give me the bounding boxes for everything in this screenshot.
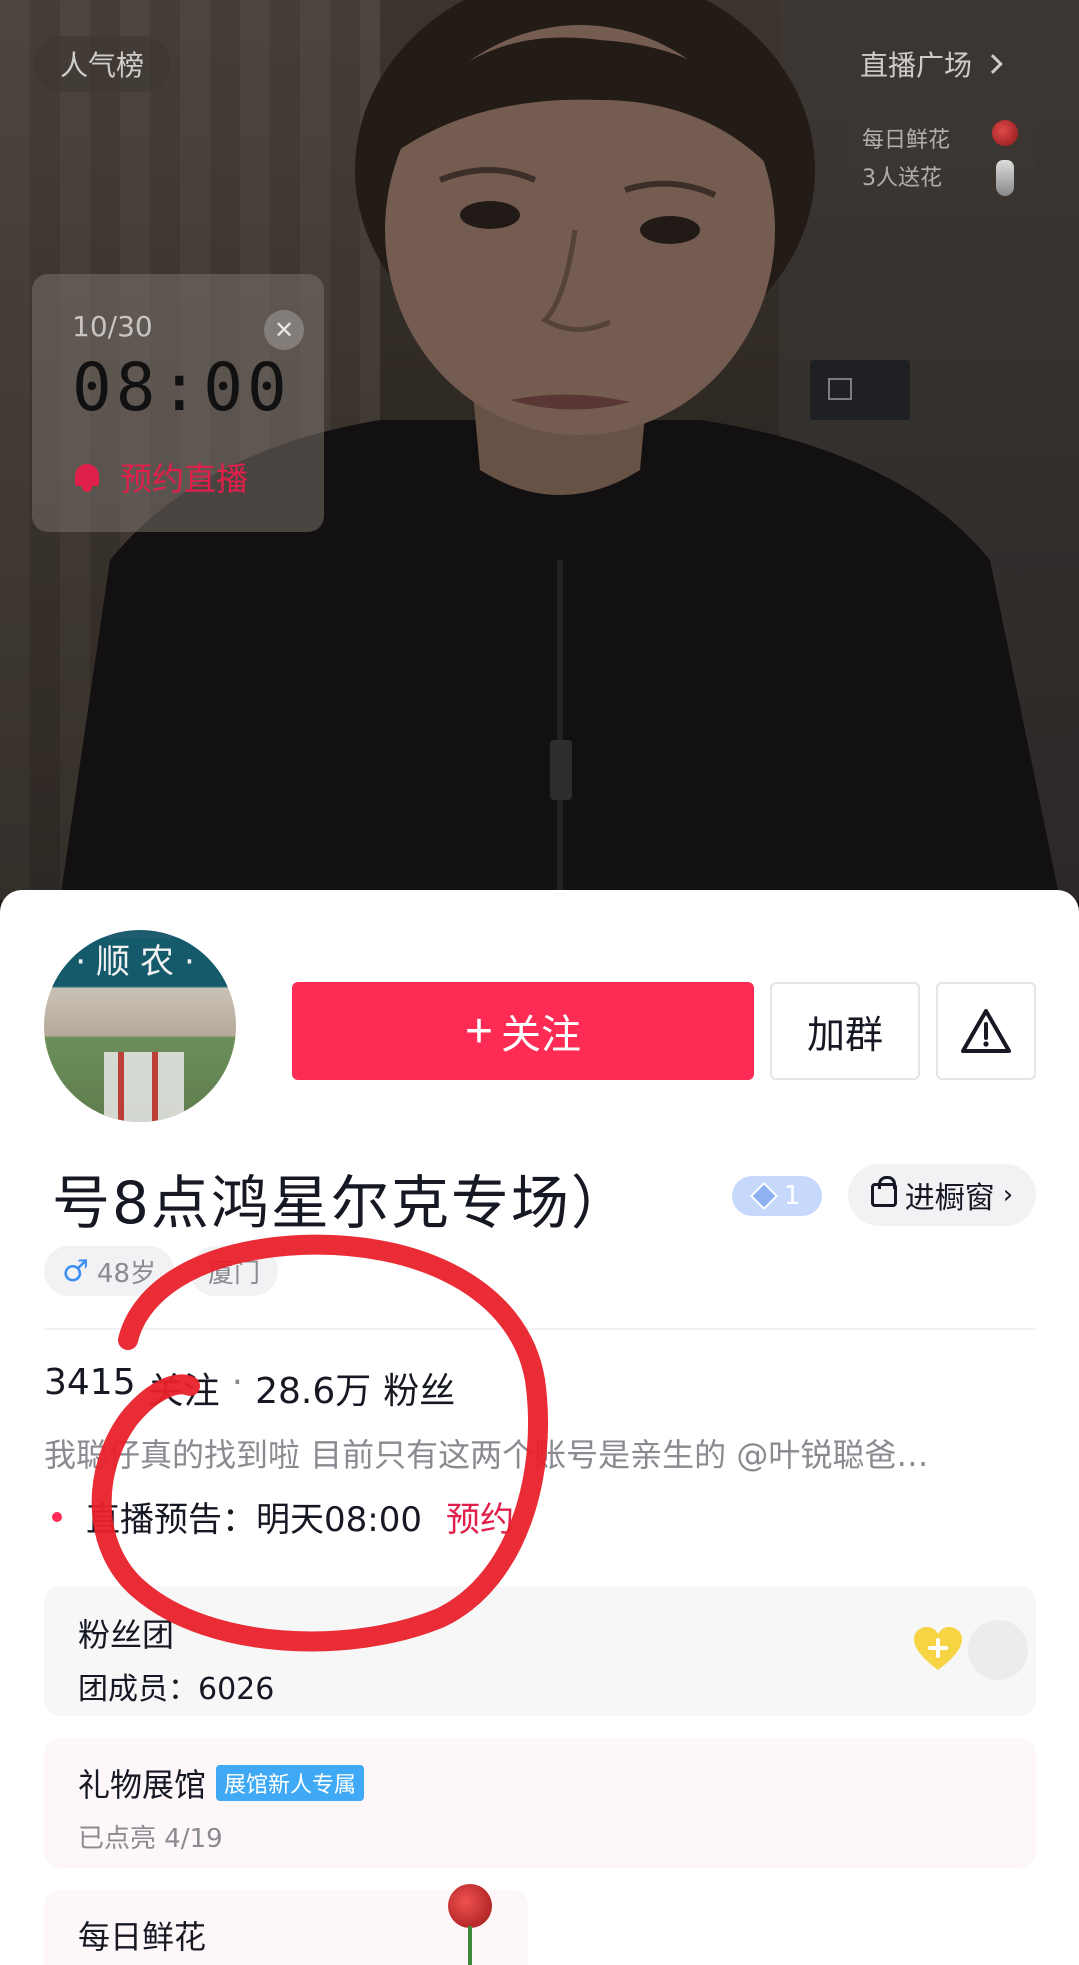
avatar-shop-sign: ·顺农· — [44, 938, 236, 986]
avatar[interactable]: ·顺农· — [44, 930, 236, 1122]
location-value: 厦门 — [208, 1258, 261, 1289]
following-count: 3415 — [44, 1362, 136, 1403]
follow-stats[interactable]: 3415 关注 · 28.6万 粉丝 — [44, 1362, 455, 1414]
shop-window-button[interactable]: 进橱窗 › — [848, 1164, 1036, 1226]
rose-icon — [448, 1884, 492, 1928]
reserve-live-button[interactable]: 预约直播 — [72, 454, 284, 500]
fan-club-title: 粉丝团 — [78, 1616, 175, 1654]
chevron-right-icon — [983, 54, 1003, 74]
popularity-rank-label: 人气榜 — [60, 49, 145, 82]
join-group-button[interactable]: 加群 — [770, 982, 920, 1080]
level-value: 1 — [783, 1181, 801, 1211]
close-icon[interactable]: ✕ — [264, 310, 304, 350]
stats-separator: · — [231, 1362, 244, 1403]
fans-count: 28.6万 — [255, 1371, 372, 1412]
live-schedule-card: 10/30 08:00 ✕ 预约直播 — [32, 274, 324, 532]
profile-sheet: ·顺农· + 关注 加群 号8点鸿星尔克专场） 1 进橱窗 › ♂ 48岁 厦门… — [0, 890, 1079, 1965]
fan-club-members: 团成员：6026 — [78, 1672, 275, 1707]
rose-stem — [468, 1926, 472, 1965]
gift-hall-title: 礼物展馆 — [78, 1766, 207, 1804]
live-preview: 直播预告：明天08:00 预约 — [52, 1492, 514, 1541]
fan-club-card[interactable]: 粉丝团 团成员：6026 — [44, 1586, 1036, 1716]
schedule-time: 08:00 — [72, 349, 291, 426]
follow-label: 关注 — [501, 1013, 582, 1057]
following-label: 关注 — [147, 1371, 220, 1412]
avatar-people — [104, 1052, 184, 1122]
shop-window-label: 进橱窗 — [904, 1181, 995, 1216]
plus-icon: + — [464, 1004, 494, 1058]
reserve-live-label: 预约直播 — [120, 460, 249, 498]
daily-flower-widget[interactable]: 每日鲜花 3人送花 — [848, 110, 1036, 208]
level-badge[interactable]: 1 — [732, 1176, 822, 1216]
heart-plus-icon[interactable] — [912, 1626, 964, 1672]
profile-bio[interactable]: 我聪仔真的找到啦 目前只有这两个账号是亲生的 @叶锐聪爸… — [44, 1430, 1024, 1476]
location-tag: 厦门 — [190, 1246, 279, 1296]
vase-icon — [996, 160, 1014, 196]
live-video[interactable]: 人气榜 直播广场 每日鲜花 3人送花 10/30 08:00 ✕ 预约直播 — [0, 0, 1079, 900]
follow-button[interactable]: + 关注 — [292, 982, 754, 1080]
new-user-badge: 展馆新人专属 — [216, 1765, 365, 1801]
age-value: 48岁 — [96, 1258, 156, 1289]
divider — [44, 1328, 1036, 1330]
member-avatar — [964, 1616, 1032, 1684]
fans-label: 粉丝 — [383, 1371, 456, 1412]
profile-name: 号8点鸿星尔克专场） — [52, 1169, 631, 1237]
live-preview-label: 直播预告：明天08:00 — [86, 1500, 422, 1540]
age-tag: ♂ 48岁 — [44, 1246, 174, 1296]
rose-icon — [992, 120, 1018, 146]
live-square-button[interactable]: 直播广场 — [830, 36, 1079, 92]
schedule-date: 10/30 — [72, 310, 153, 343]
gift-hall-progress: 已点亮 4/19 — [78, 1824, 223, 1854]
gift-hall-card[interactable]: 礼物展馆 展馆新人专属 已点亮 4/19 — [44, 1738, 1036, 1868]
warning-icon — [961, 1009, 1011, 1053]
bell-icon — [72, 462, 102, 492]
popularity-rank-button[interactable]: 人气榜 — [34, 36, 171, 92]
diamond-icon — [749, 1181, 778, 1211]
join-group-label: 加群 — [806, 1014, 883, 1057]
live-dot-icon — [52, 1511, 62, 1522]
daily-flower-title: 每日鲜花 — [78, 1918, 207, 1956]
male-icon: ♂ — [62, 1253, 89, 1289]
chevron-right-icon: › — [1002, 1180, 1014, 1210]
live-square-label: 直播广场 — [860, 49, 973, 82]
reserve-link[interactable]: 预约 — [446, 1492, 514, 1541]
shopping-bag-icon — [870, 1176, 897, 1207]
report-button[interactable] — [936, 982, 1036, 1080]
daily-flower-card[interactable]: 每日鲜花 — [44, 1884, 528, 1965]
